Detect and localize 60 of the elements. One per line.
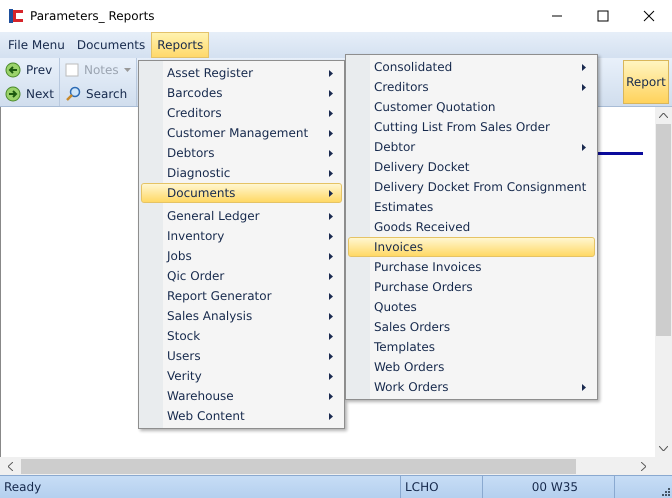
- menu-item[interactable]: Estimates: [348, 197, 595, 217]
- menu-tab[interactable]: Documents: [70, 32, 152, 58]
- menu-item[interactable]: Delivery Docket: [348, 157, 595, 177]
- scroll-down-icon[interactable]: [659, 446, 668, 451]
- menu-item[interactable]: Consolidated: [348, 57, 595, 77]
- status-text: 00 W35: [483, 476, 615, 498]
- menu-item[interactable]: Creditors: [141, 103, 342, 123]
- menu-item[interactable]: Stock: [141, 326, 342, 346]
- status-text: LCHO: [401, 476, 483, 498]
- menu-item[interactable]: Customer Quotation: [348, 97, 595, 117]
- resize-grip-icon: [660, 486, 670, 496]
- menu-item[interactable]: Debtor: [348, 137, 595, 157]
- horizontal-scrollbar[interactable]: [0, 457, 672, 475]
- menu-item[interactable]: Purchase Orders: [348, 277, 595, 297]
- menu-item[interactable]: Quotes: [348, 297, 595, 317]
- menu-item[interactable]: Web Orders: [348, 357, 595, 377]
- line: [595, 152, 643, 155]
- menu-item[interactable]: Web Content: [141, 406, 342, 426]
- menu-item[interactable]: Invoices: [348, 237, 595, 257]
- arrow-right-icon: [5, 86, 21, 102]
- menu-item[interactable]: General Ledger: [141, 206, 342, 226]
- menu-item[interactable]: Sales Orders: [348, 317, 595, 337]
- menu-item[interactable]: Goods Received: [348, 217, 595, 237]
- menu-item[interactable]: Verity: [141, 366, 342, 386]
- prev-button[interactable]: Prev: [2, 61, 57, 79]
- menu-item[interactable]: Debtors: [141, 143, 342, 163]
- caret-icon: [124, 68, 131, 72]
- menu-item[interactable]: Report Generator: [141, 286, 342, 306]
- menu-tab[interactable]: File Menu: [2, 32, 71, 58]
- window-title: Parameters_ Reports: [30, 9, 156, 23]
- menu-item[interactable]: Asset Register: [141, 63, 342, 83]
- scroll-right-icon[interactable]: [641, 462, 646, 470]
- menu-item[interactable]: Documents: [141, 183, 342, 203]
- menu-item[interactable]: Purchase Invoices: [348, 257, 595, 277]
- status-text: Ready: [0, 476, 401, 498]
- search-button[interactable]: Search: [62, 84, 134, 102]
- arrow-left-icon: [5, 62, 21, 78]
- menu-item[interactable]: Diagnostic: [141, 163, 342, 183]
- menu-item[interactable]: Cutting List From Sales Order: [348, 117, 595, 137]
- menu-item[interactable]: Qic Order: [141, 266, 342, 286]
- menu-item[interactable]: Warehouse: [141, 386, 342, 406]
- menu-tab[interactable]: Reports: [151, 32, 210, 58]
- menu-item[interactable]: Barcodes: [141, 83, 342, 103]
- next-button[interactable]: Next: [2, 85, 57, 103]
- report-button[interactable]: Report: [623, 60, 669, 104]
- search-icon: [64, 86, 81, 102]
- menu-item[interactable]: Creditors: [348, 77, 595, 97]
- app-logo-icon: [8, 8, 24, 24]
- scroll-up-icon[interactable]: [659, 113, 668, 118]
- note-icon: [64, 62, 79, 76]
- menu-item[interactable]: Delivery Docket From Consignment: [348, 177, 595, 197]
- menu-item[interactable]: Users: [141, 346, 342, 366]
- menu-item[interactable]: Customer Management: [141, 123, 342, 143]
- scroll-left-icon[interactable]: [8, 462, 13, 470]
- menu-item[interactable]: Inventory: [141, 226, 342, 246]
- menu-item[interactable]: Templates: [348, 337, 595, 357]
- menu-item[interactable]: Jobs: [141, 246, 342, 266]
- menu-item[interactable]: Sales Analysis: [141, 306, 342, 326]
- vertical-scrollbar[interactable]: [655, 107, 672, 457]
- menu-item[interactable]: Work Orders: [348, 377, 595, 397]
